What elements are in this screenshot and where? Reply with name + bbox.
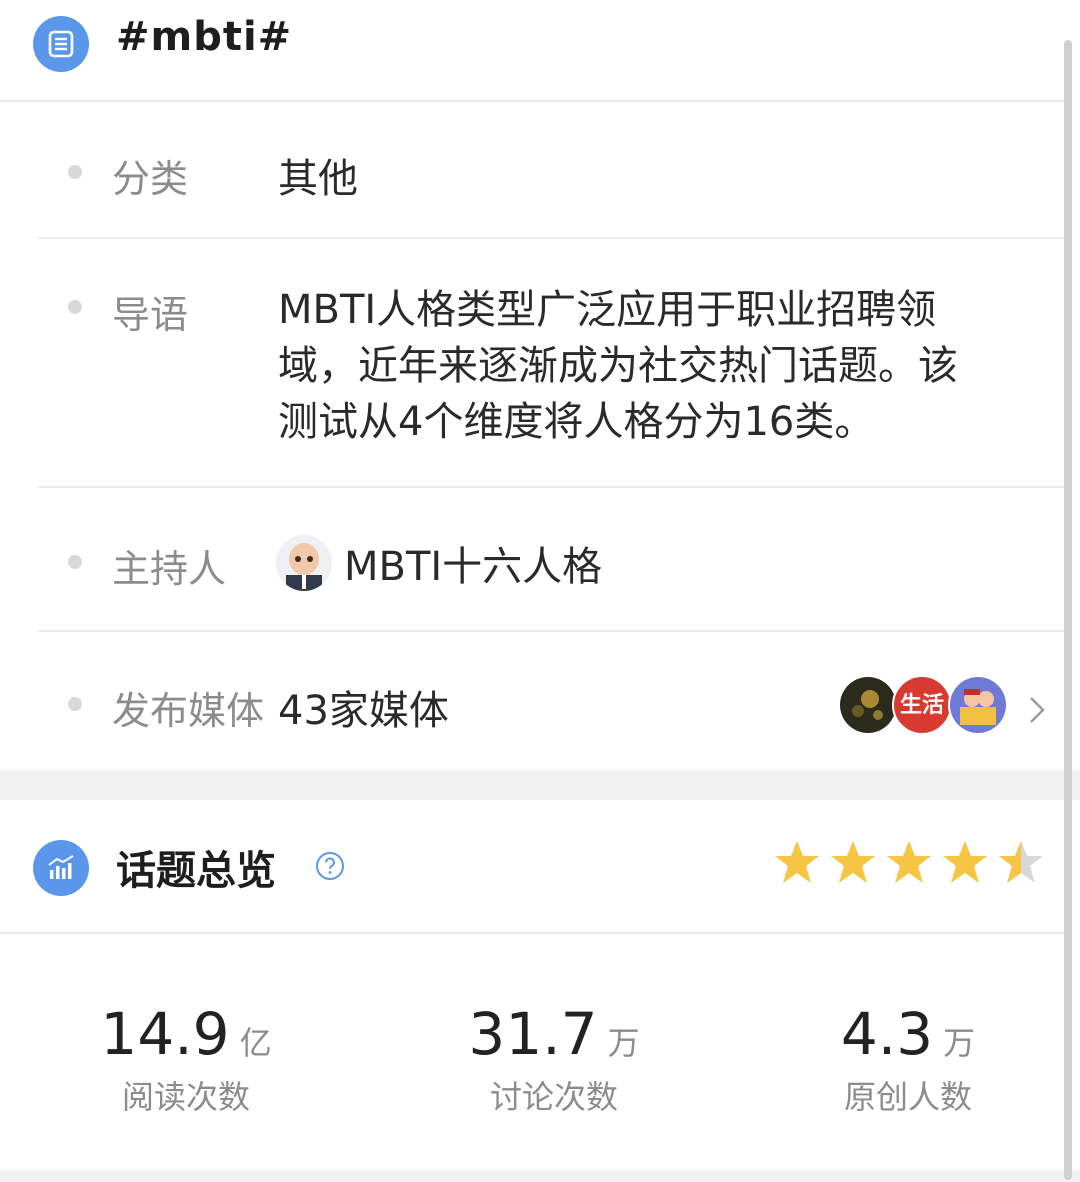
intro-text: MBTI人格类型广泛应用于职业招聘领 域，近年来逐渐成为社交热门话题。该 测试从… — [278, 282, 1058, 450]
category-value: 其他 — [278, 156, 358, 202]
bullet-dot — [68, 555, 82, 569]
category-label: 分类 — [112, 157, 189, 201]
stat-label: 阅读次数 — [121, 1078, 250, 1116]
divider — [38, 486, 1064, 488]
stat-reads: 14.9 亿 阅读次数 — [36, 1000, 336, 1118]
topic-header: #mbti# — [0, 0, 1080, 100]
stat-unit: 万 — [607, 1024, 640, 1062]
chevron-right-icon[interactable] — [1022, 688, 1052, 732]
media-avatar-text: 生活 — [900, 693, 945, 718]
media-avatar-cartoon[interactable] — [948, 675, 1008, 735]
host-name[interactable]: MBTI十六人格 — [344, 534, 602, 592]
intro-line: MBTI人格类型广泛应用于职业招聘领 — [278, 287, 937, 333]
intro-line: 测试从4个维度将人格分为16类。 — [278, 399, 875, 445]
stat-unit: 亿 — [239, 1024, 272, 1062]
divider — [38, 237, 1064, 239]
stat-unit: 万 — [943, 1024, 976, 1062]
divider — [0, 100, 1064, 102]
divider — [0, 932, 1064, 934]
media-label: 发布媒体 — [112, 689, 265, 733]
star-icon — [831, 841, 875, 883]
intro-label: 导语 — [112, 293, 189, 337]
intro-line: 域，近年来逐渐成为社交热门话题。该 — [278, 343, 958, 389]
star-icon — [887, 841, 931, 883]
bullet-dot — [68, 697, 82, 711]
document-list-icon — [33, 16, 89, 72]
scrollbar[interactable] — [1064, 40, 1072, 1180]
bullet-dot — [68, 300, 82, 314]
stat-value: 31.7 — [468, 1000, 598, 1068]
stat-label: 原创人数 — [843, 1078, 972, 1116]
section-gap — [0, 1170, 1080, 1182]
host-label: 主持人 — [112, 547, 227, 591]
chart-icon — [33, 840, 89, 896]
overview-title: 话题总览 — [116, 848, 276, 894]
stat-discussions: 31.7 万 讨论次数 — [404, 1000, 704, 1118]
media-count[interactable]: 43家媒体 — [278, 678, 449, 736]
divider — [38, 630, 1064, 632]
question-circle-icon[interactable] — [314, 850, 346, 882]
section-gap — [0, 770, 1080, 800]
stat-original-authors: 4.3 万 原创人数 — [758, 1000, 1058, 1118]
host-avatar[interactable] — [276, 535, 332, 591]
star-icon — [775, 841, 819, 883]
media-avatar-dark[interactable] — [838, 675, 898, 735]
media-avatar-shenghuo[interactable]: 生活 — [892, 675, 952, 735]
topic-title: #mbti# — [116, 14, 293, 60]
star-icon — [943, 841, 987, 883]
bullet-dot — [68, 165, 82, 179]
stat-label: 讨论次数 — [489, 1078, 618, 1116]
stat-value: 14.9 — [100, 1000, 230, 1068]
half-star-icon — [999, 841, 1043, 883]
stat-value: 4.3 — [840, 1000, 934, 1068]
